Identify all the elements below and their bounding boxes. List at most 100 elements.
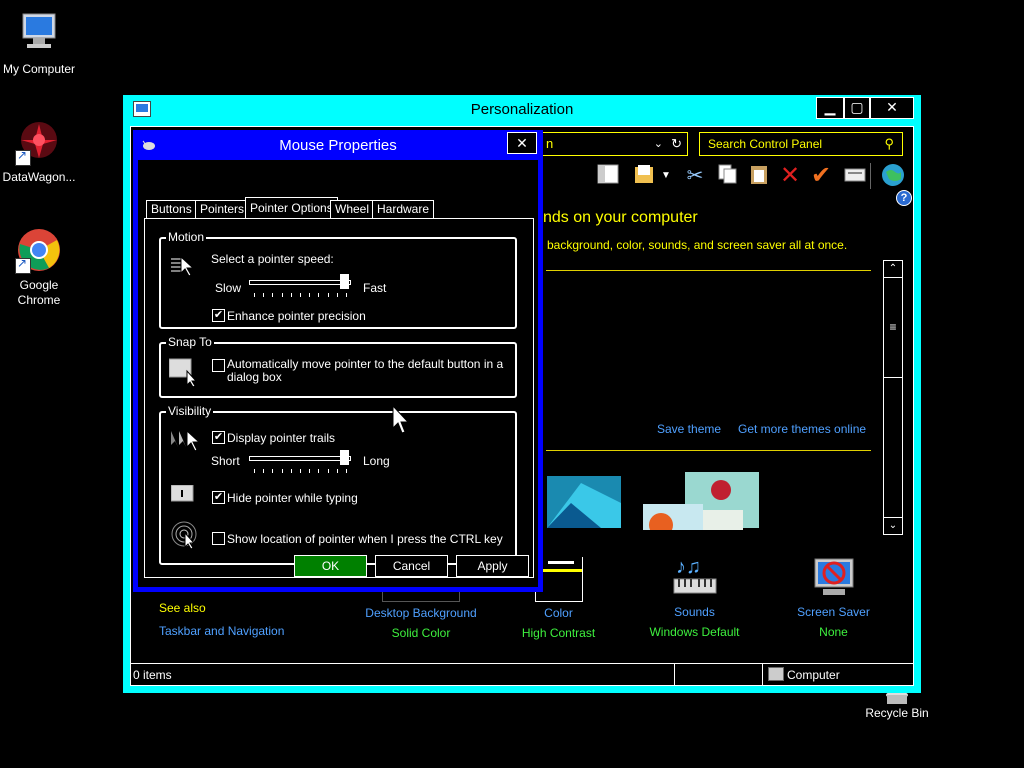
desktop-icon-datawagon[interactable]: DataWagon... [0,118,81,185]
slider-tick [290,469,292,473]
hide-pointer-icon [170,484,197,509]
pointer-speed-slider[interactable] [249,280,351,285]
slider-tick [318,293,320,297]
slider-tick [336,469,338,473]
screen-saver-item[interactable]: Screen Saver None [776,555,891,639]
theme-thumbnail[interactable] [641,470,759,537]
maximize-button[interactable]: ▢ [844,97,870,119]
desktop-icon-my-computer[interactable]: My Computer [0,10,81,77]
ctrl-location-checkbox[interactable] [212,532,225,545]
help-icon[interactable]: ? [896,190,912,206]
long-label: Long [363,454,390,468]
chrome-icon [15,226,63,274]
screen-saver-icon [809,555,859,601]
chevron-down-icon[interactable]: ⌄ [654,133,663,155]
ok-button[interactable]: OK [294,555,367,577]
slider-tick [318,469,320,473]
search-input[interactable]: Search Control Panel ⚲ [699,132,903,156]
address-bar[interactable]: n ⌄ ↻ [531,132,688,156]
search-icon: ⚲ [884,136,894,151]
slider-tick [346,469,347,473]
save-theme-link[interactable]: Save theme [657,422,721,436]
pointer-location-icon [171,521,199,550]
pointer-trails-slider-thumb[interactable] [340,450,349,465]
cancel-button[interactable]: Cancel [375,555,448,577]
snap-to-label: Automatically move pointer to the defaul… [227,357,504,384]
snap-to-group: Snap To Automatically move pointer to th… [159,335,517,398]
scroll-thumb[interactable]: ≡ [884,277,902,378]
scrollbar[interactable]: ⌃ ≡ ⌄ [883,260,903,535]
motion-legend: Motion [166,230,207,244]
screen-saver-value: None [819,625,848,639]
tab-hardware[interactable]: Hardware [372,200,435,218]
desktop-icon-chrome[interactable]: Google Chrome [0,226,81,308]
status-item-count: 0 items [133,668,172,682]
desktop-icon-label: Google Chrome [17,278,61,307]
dropdown-arrow-icon[interactable]: ▼ [659,163,673,189]
snap-to-legend: Snap To [166,335,214,349]
address-text: n [546,136,554,151]
layout-icon[interactable] [595,163,621,189]
desktop-icon-label: My Computer [2,62,76,76]
window-title: Personalization [470,101,574,118]
folder-options-icon[interactable] [631,163,657,189]
pointer-speed-slider-thumb[interactable] [340,274,349,289]
divider [546,450,871,451]
page-heading: nds on your computer [543,209,698,226]
shortcut-arrow-icon [15,148,31,166]
fast-label: Fast [363,281,387,295]
color-title: Color [544,606,573,620]
slider-tick [254,469,255,473]
pointer-trails-checkbox[interactable]: ✔ [212,431,225,444]
tab-panel: Motion Select a pointer speed: Slow Fast… [144,218,534,578]
properties-check-icon[interactable]: ✔ [808,163,834,189]
copy-icon[interactable] [714,163,740,189]
globe-icon[interactable] [880,163,906,189]
get-more-themes-link[interactable]: Get more themes online [738,422,866,436]
pointer-speed-label: Select a pointer speed: [211,252,334,266]
taskbar-navigation-link[interactable]: Taskbar and Navigation [159,624,284,638]
scroll-up-button[interactable]: ⌃ [884,261,902,278]
tab-buttons[interactable]: Buttons [146,200,197,218]
hide-pointer-checkbox[interactable]: ✔ [212,491,225,504]
search-placeholder: Search Control Panel [708,137,823,151]
themes-list[interactable]: Save theme Get more themes online [541,260,876,537]
enhance-precision-checkbox[interactable]: ✔ [212,309,225,322]
divider [546,270,871,271]
paste-icon[interactable] [746,163,772,189]
sounds-icon: ♪♫ [670,555,720,601]
refresh-icon[interactable]: ↻ [671,133,682,155]
desktop-icon-recycle-bin[interactable]: Recycle Bin [855,690,939,721]
color-value: High Contrast [521,626,596,640]
tab-pointer-options[interactable]: Pointer Options [245,197,338,219]
minimize-button[interactable]: ▁ [816,97,844,119]
pointer-speed-icon [171,255,197,277]
theme-thumbnail[interactable] [541,473,621,531]
apply-button[interactable]: Apply [456,555,529,577]
status-location: Computer [787,668,840,682]
cut-icon[interactable]: ✂ [682,163,708,189]
view-icon[interactable] [842,163,868,189]
mouse-properties-dialog: Mouse Properties ✕ Buttons Pointers Poin… [133,130,543,592]
slider-tick [290,293,292,297]
pointer-trails-icon [169,429,201,453]
sounds-item[interactable]: ♪♫ Sounds Windows Default [637,555,752,639]
pointer-speed-ticks [254,293,349,297]
dialog-body: Buttons Pointers Pointer Options Wheel H… [138,160,538,587]
pointer-trails-ticks [254,469,349,473]
status-divider [674,664,675,685]
pointer-trails-slider[interactable] [249,456,351,461]
slider-tick [272,469,274,473]
computer-small-icon [768,667,784,681]
slider-tick [272,293,274,297]
close-button[interactable]: ✕ [870,97,914,119]
slow-label: Slow [215,281,242,295]
snap-to-checkbox[interactable] [212,359,225,372]
delete-icon[interactable]: ✕ [777,163,803,189]
dialog-close-button[interactable]: ✕ [507,132,537,154]
ctrl-location-label: Show location of pointer when I press th… [227,532,503,546]
tab-wheel[interactable]: Wheel [330,200,375,218]
slider-tick [263,469,265,473]
scroll-down-button[interactable]: ⌄ [884,517,902,534]
tab-pointers[interactable]: Pointers [195,200,250,218]
